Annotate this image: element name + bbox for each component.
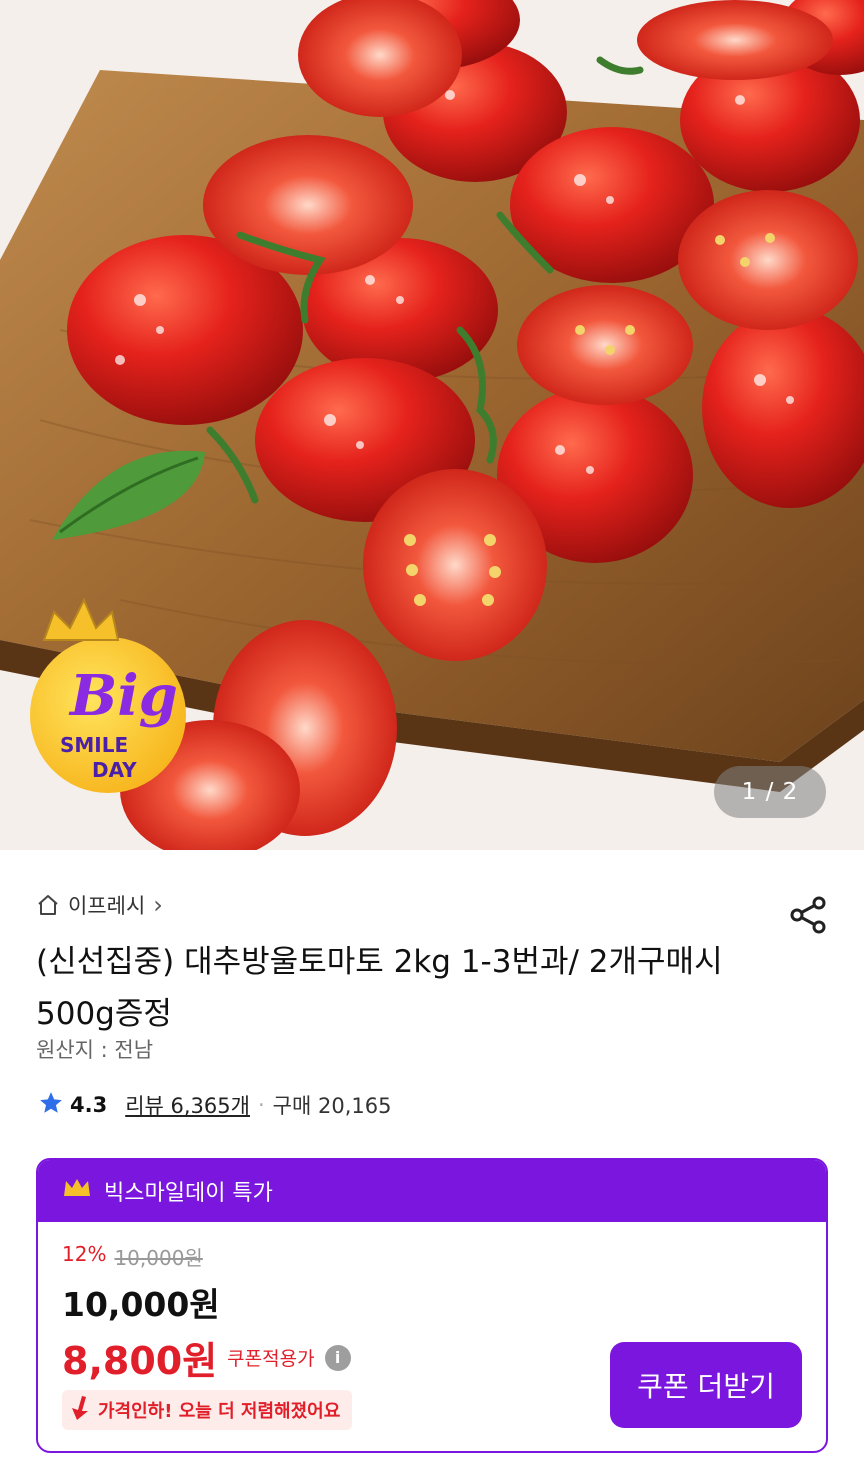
badge-line1-text: SMILE [60,733,128,757]
original-price: 10,000원 [114,1246,203,1270]
share-icon [790,896,826,934]
image-counter: 1 / 2 [714,766,826,818]
rating-value: 4.3 [70,1093,108,1117]
discount-row: 12% 10,000원 [62,1242,203,1271]
product-origin: 원산지 : 전남 [36,1038,154,1062]
sale-price: 10,000원 [62,1285,220,1324]
price-drop-badge: 가격인하! 오늘 더 저렴해졌어요 [62,1390,353,1430]
discount-rate: 12% [62,1242,107,1266]
home-icon [36,893,60,917]
star-icon [38,1090,64,1121]
purchase-count: 구매 20,165 [272,1094,392,1118]
down-arrow-icon [68,1394,92,1427]
rating-row: 4.3 리뷰 6,365개 · 구매 20,165 [38,1088,391,1122]
price-drop-text: 가격인하! 오늘 더 저렴해졌어요 [98,1401,341,1422]
deal-header: 빅스마일데이 특가 [38,1160,826,1222]
separator-dot: · [257,1093,265,1117]
badge-line2-text: DAY [92,758,137,782]
product-title: (신선집중) 대추방울토마토 2kg 1-3번과/ 2개구매시 500g증정 [36,944,723,1032]
share-button[interactable] [786,892,832,938]
badge-big-text: Big [68,663,178,729]
reviews-link[interactable]: 리뷰 6,365개 [125,1090,250,1120]
coupon-price-label: 쿠폰적용가 [227,1348,315,1370]
get-more-coupons-button[interactable]: 쿠폰 더받기 [610,1342,802,1428]
deal-box: 빅스마일데이 특가 12% 10,000원 10,000원 8,800원 쿠폰적… [36,1158,828,1453]
info-icon[interactable]: i [324,1344,351,1371]
product-image[interactable]: Big SMILE DAY 1 / 2 [0,0,864,850]
store-name: 이프레시 [68,894,146,918]
tomato-photo: Big SMILE DAY [0,0,864,850]
chevron-right-icon: › [153,891,163,919]
coupon-price: 8,800원 [62,1339,218,1383]
store-link[interactable]: 이프레시 › [36,888,163,922]
coupon-price-row: 8,800원 쿠폰적용가 i [62,1330,351,1385]
deal-header-label: 빅스마일데이 특가 [104,1181,273,1206]
crown-icon [62,1176,92,1206]
deal-body: 12% 10,000원 10,000원 8,800원 쿠폰적용가 i 가격인하!… [38,1222,826,1451]
